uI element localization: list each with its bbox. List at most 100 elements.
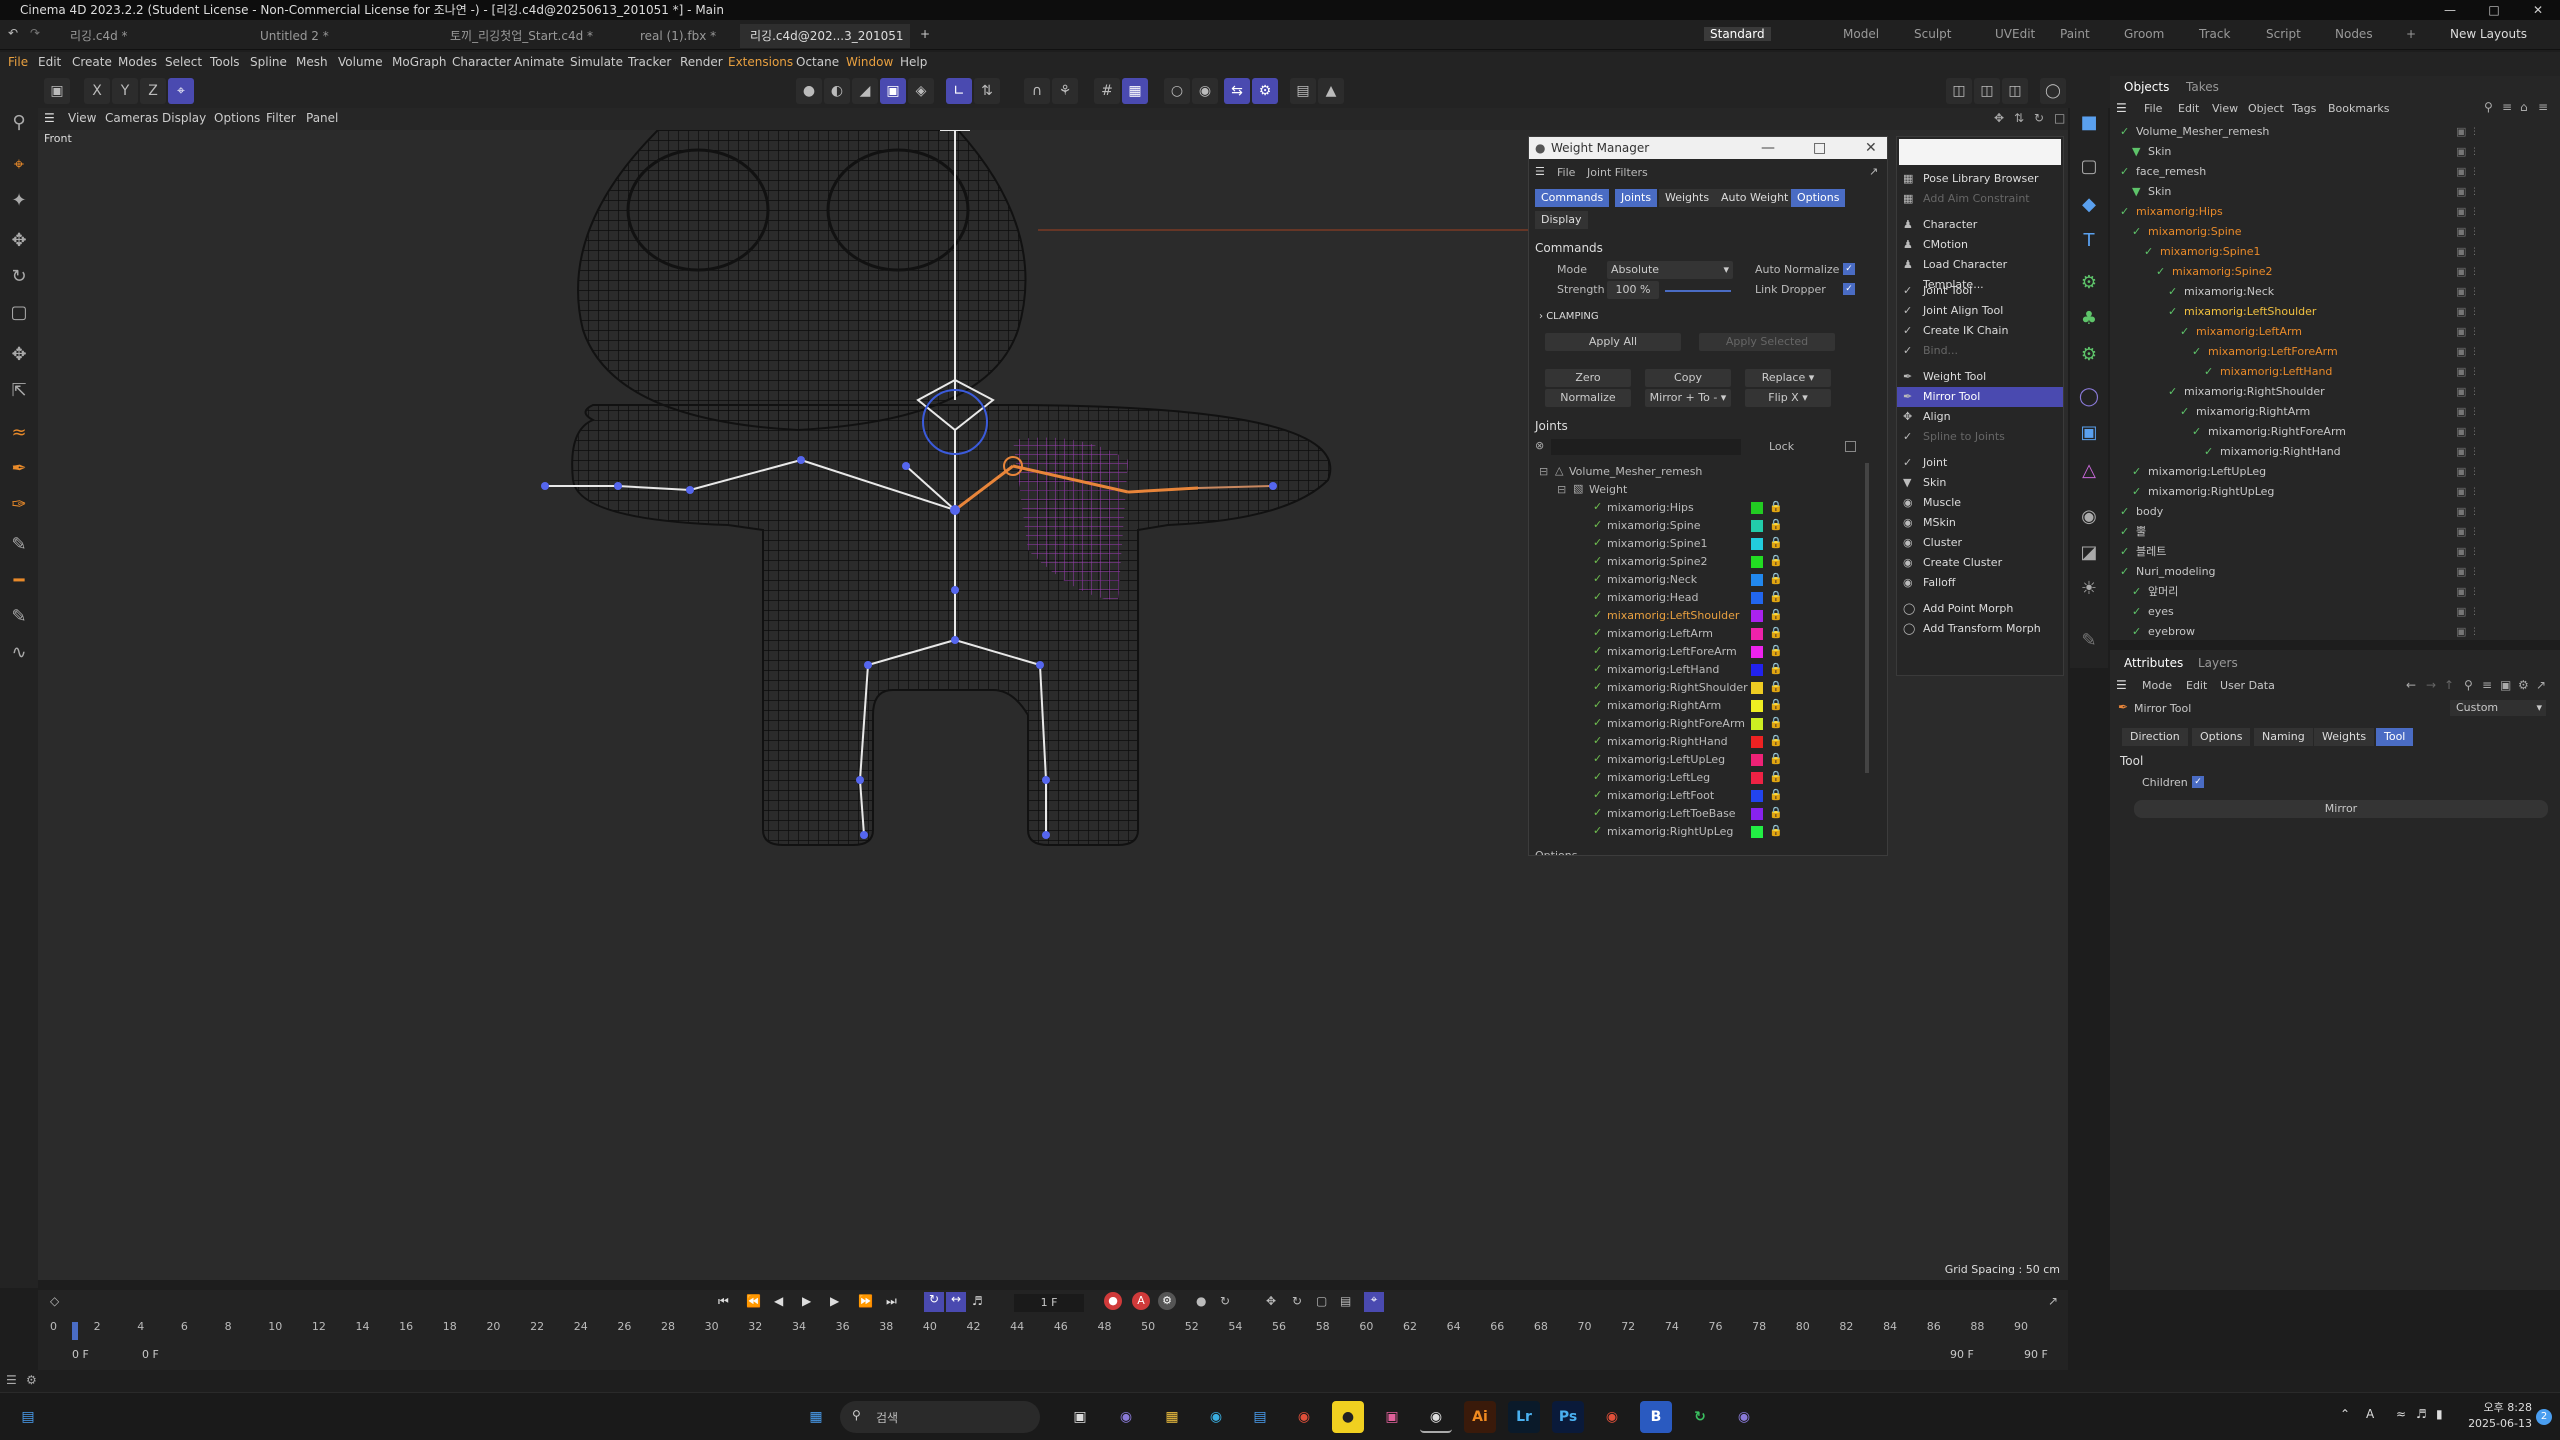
menu-character[interactable]: Character [452,55,511,69]
wm-tab-auto-weight[interactable]: Auto Weight [1715,189,1795,207]
wm-root-row[interactable]: ⊟ △ Volume_Mesher_remesh [1529,463,1869,481]
joint-color-swatch[interactable] [1751,520,1763,532]
timeline-start-field[interactable]: 0 F [72,1348,89,1361]
photoshop-icon[interactable]: Ps [1552,1401,1584,1433]
joint-color-swatch[interactable] [1751,754,1763,766]
wm-close-button[interactable]: ✕ [1865,137,1877,159]
file-tab[interactable]: 리깅.c4d * [60,24,245,48]
wm-joint-row[interactable]: ✓ mixamorig:Spine1 🔒 [1529,535,1869,553]
wm-replace-dropdown[interactable]: Replace ▾ [1745,369,1831,387]
joint-color-swatch[interactable] [1751,646,1763,658]
render-dots-icon[interactable]: ⋮ [2470,222,2479,242]
attributes-menu-mode[interactable]: Mode [2142,679,2172,692]
wm-tab-options[interactable]: Options [1791,189,1846,207]
points-mode-icon[interactable]: ● [796,78,822,104]
render-dots-icon[interactable]: ⋮ [2470,142,2479,162]
render-dots-icon[interactable]: ⋮ [2470,122,2479,142]
tweak-mode-icon[interactable]: ⇅ [974,78,1000,104]
coordinate-system-button[interactable]: ⌖ [168,78,194,104]
object-tree-row[interactable]: ✓ mixamorig:LeftUpLeg ▣ ⋮ [2110,462,2560,482]
timeline-end-field[interactable]: 90 F [2024,1348,2048,1361]
magnet-icon[interactable]: ∩ [1024,78,1050,104]
settings-gear-icon[interactable]: ⚙ [1252,78,1278,104]
character-menu-item[interactable]: ✓ Joint [1897,453,2063,473]
wm-joint-row[interactable]: ✓ mixamorig:LeftArm 🔒 [1529,625,1869,643]
photo-app-icon[interactable]: ▣ [1376,1401,1408,1433]
attributes-menu-icon[interactable]: ☰ [2116,678,2127,692]
undo-stack-icon[interactable]: ▣ [44,78,70,104]
menu-window[interactable]: Window [846,55,893,69]
object-tree-row[interactable]: ✓ 뿔 ▣ ⋮ [2110,522,2560,542]
scale-tool-icon[interactable]: ▢ [6,300,32,326]
layout-standard[interactable]: Standard [1704,27,1771,41]
wm-tab-joints[interactable]: Joints [1615,189,1658,207]
wm-joint-row[interactable]: ✓ mixamorig:LeftToeBase 🔒 [1529,805,1869,823]
lock-icon[interactable]: 🔒 [1769,608,1783,621]
children-checkbox[interactable]: ✓ [2192,776,2204,788]
pen-tool-icon[interactable]: ✒ [6,456,32,482]
layout-nodes[interactable]: Nodes [2335,27,2373,41]
clock-time[interactable]: 오후 8:28 [2462,1399,2532,1415]
menu-modes[interactable]: Modes [118,55,157,69]
wm-joint-row[interactable]: ✓ mixamorig:LeftUpLeg 🔒 [1529,751,1869,769]
wm-mode-dropdown[interactable]: Absolute ▾ [1607,261,1733,279]
visibility-icon[interactable]: ▣ [2456,262,2466,282]
wm-tab-display[interactable]: Display [1535,211,1588,229]
move-tool-icon[interactable]: ✥ [6,228,32,254]
notification-badge[interactable]: 2 [2536,1409,2552,1425]
wm-maximize-button[interactable]: □ [1813,137,1826,159]
objects-search-icon[interactable]: ⚲ [2484,100,2493,114]
clock-date[interactable]: 2025-06-13 [2452,1417,2532,1430]
widgets-icon[interactable]: ▤ [12,1401,44,1433]
file-tab[interactable]: Untitled 2 * [250,24,435,48]
axis-y-button[interactable]: Y [112,78,138,104]
object-tree-row[interactable]: ✓ mixamorig:RightArm ▣ ⋮ [2110,402,2560,422]
layout-paint[interactable]: Paint [2060,27,2090,41]
scene-icon[interactable]: ◪ [2076,540,2102,566]
collapse-icon[interactable]: ⊟ [1539,465,1548,478]
object-tree-row[interactable]: ✓ mixamorig:Neck ▣ ⋮ [2110,282,2560,302]
file-tab[interactable]: real (1).fbx * [630,24,730,48]
task-view-icon[interactable]: ▣ [1064,1401,1096,1433]
menu-create[interactable]: Create [72,55,112,69]
lock-icon[interactable]: 🔒 [1769,806,1783,819]
character-menu-item[interactable]: ▦ Pose Library Browser [1897,169,2063,189]
object-tree-row[interactable]: ✓ mixamorig:RightUpLeg ▣ ⋮ [2110,482,2560,502]
tab-layers[interactable]: Layers [2198,656,2238,670]
sketch-tool-icon[interactable]: ✑ [6,492,32,518]
render-dots-icon[interactable]: ⋮ [2470,262,2479,282]
visibility-icon[interactable]: ▣ [2456,322,2466,342]
visibility-icon[interactable]: ▣ [2456,182,2466,202]
wm-flip-dropdown[interactable]: Flip X ▾ [1745,389,1831,407]
visibility-icon[interactable]: ▣ [2456,462,2466,482]
maximize-button[interactable]: □ [2472,0,2516,20]
visibility-icon[interactable]: ▣ [2456,382,2466,402]
object-tree-row[interactable]: ✓ mixamorig:LeftArm ▣ ⋮ [2110,322,2560,342]
wm-joint-row[interactable]: ✓ mixamorig:LeftForeArm 🔒 [1529,643,1869,661]
visibility-icon[interactable]: ▣ [2456,222,2466,242]
wm-apply-selected-button[interactable]: Apply Selected [1699,333,1835,351]
axis-z-button[interactable]: Z [140,78,166,104]
wm-joint-row[interactable]: ✓ mixamorig:RightForeArm 🔒 [1529,715,1869,733]
attributes-preset-dropdown[interactable]: Custom ▾ [2450,700,2546,716]
objects-filter-icon[interactable]: ≡ [2502,100,2512,114]
menu-octane[interactable]: Octane [796,55,839,69]
attr-tab-weights[interactable]: Weights [2314,728,2375,746]
object-tree-row[interactable]: ✓ mixamorig:Spine ▣ ⋮ [2110,222,2560,242]
joint-color-swatch[interactable] [1751,808,1763,820]
object-tree-row[interactable]: ✓ mixamorig:RightShoulder ▣ ⋮ [2110,382,2560,402]
viewport-hamburger-icon[interactable]: ☰ [44,111,55,125]
visibility-icon[interactable]: ▣ [2456,242,2466,262]
attributes-menu-edit[interactable]: Edit [2186,679,2207,692]
joint-color-swatch[interactable] [1751,610,1763,622]
menu-edit[interactable]: Edit [38,55,61,69]
lock-icon[interactable]: 🔒 [1769,662,1783,675]
uv-mode-icon[interactable]: ◈ [908,78,934,104]
wm-joint-list-scrollbar[interactable] [1865,463,1869,773]
joint-color-swatch[interactable] [1751,664,1763,676]
object-tree-row[interactable]: ✓ mixamorig:Hips ▣ ⋮ [2110,202,2560,222]
lock-icon[interactable]: 🔒 [1769,644,1783,657]
viewport-menu-view[interactable]: View [68,111,96,125]
chrome-icon[interactable]: ◉ [1288,1401,1320,1433]
character-menu-item[interactable]: ◉ Cluster [1897,533,2063,553]
